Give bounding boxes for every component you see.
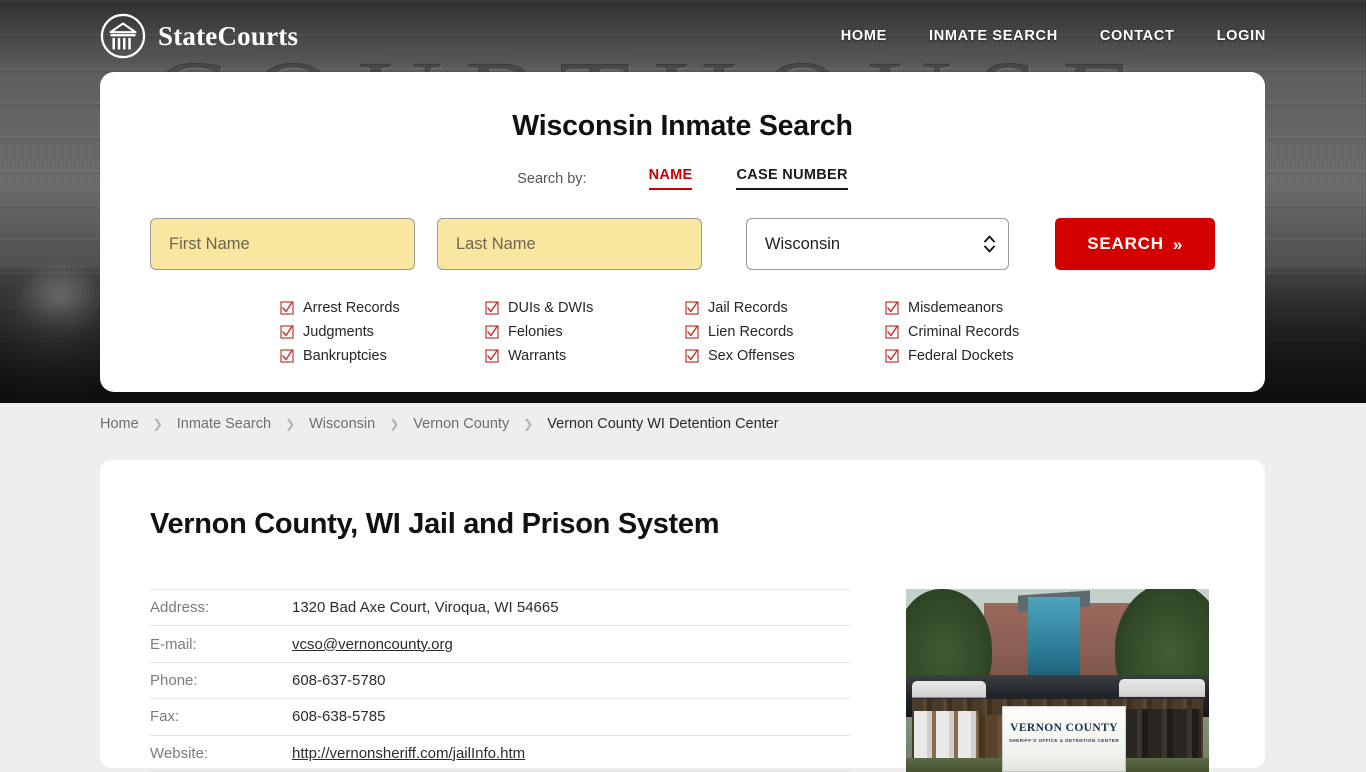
email-link[interactable]: vcso@vernoncounty.org bbox=[292, 636, 453, 653]
table-row: Address: 1320 Bad Axe Court, Viroqua, WI… bbox=[150, 588, 850, 627]
breadcrumb-item-vernon-county[interactable]: Vernon County bbox=[413, 416, 509, 432]
first-name-input[interactable] bbox=[150, 218, 415, 270]
brand-logo-link[interactable]: StateCourts bbox=[100, 13, 298, 59]
chevron-right-icon: ❯ bbox=[152, 417, 163, 431]
checked-checkbox-icon bbox=[280, 349, 294, 363]
checked-checkbox-icon bbox=[485, 301, 499, 315]
checkbox-label: Misdemeanors bbox=[908, 300, 1004, 316]
detail-label: Address: bbox=[150, 588, 292, 627]
checked-checkbox-icon bbox=[885, 301, 899, 315]
table-row: Phone: 608-637-5780 bbox=[150, 662, 850, 700]
checkbox-item[interactable]: Felonies bbox=[485, 320, 685, 344]
detail-label: E-mail: bbox=[150, 625, 292, 663]
detail-label: Website: bbox=[150, 735, 292, 772]
breadcrumb-item-current: Vernon County WI Detention Center bbox=[547, 416, 779, 432]
facility-details-card: Vernon County, WI Jail and Prison System… bbox=[100, 460, 1265, 772]
photo-sign-line2: SHERIFF'S OFFICE & DETENTION CENTER bbox=[1008, 738, 1120, 743]
facility-detail-table: Address: 1320 Bad Axe Court, Viroqua, WI… bbox=[150, 588, 850, 772]
nav-item-inmate-search[interactable]: INMATE SEARCH bbox=[929, 28, 1058, 44]
checked-checkbox-icon bbox=[280, 325, 294, 339]
detail-label: Fax: bbox=[150, 698, 292, 736]
vernon-county-sheriff-office-photo: VERNON COUNTY SHERIFF'S OFFICE & DETENTI… bbox=[906, 589, 1209, 772]
inmate-search-card: Wisconsin Inmate Search Search by: NAME … bbox=[100, 72, 1265, 392]
courthouse-circle-logo-icon bbox=[100, 13, 146, 59]
checkbox-item[interactable]: Lien Records bbox=[685, 320, 885, 344]
photo-facility-sign: VERNON COUNTY SHERIFF'S OFFICE & DETENTI… bbox=[1002, 706, 1126, 772]
state-select[interactable]: Wisconsin bbox=[745, 218, 1010, 270]
photo-sign-line1: VERNON COUNTY bbox=[1010, 722, 1118, 734]
nav-item-contact[interactable]: CONTACT bbox=[1100, 28, 1175, 44]
nav-item-home[interactable]: HOME bbox=[841, 28, 887, 44]
detail-value-fax: 608-638-5785 bbox=[292, 698, 850, 736]
detail-value-phone: 608-637-5780 bbox=[292, 662, 850, 700]
checkbox-label: Bankruptcies bbox=[303, 348, 387, 364]
checkbox-item[interactable]: Arrest Records bbox=[280, 296, 485, 320]
checkbox-label: Arrest Records bbox=[303, 300, 400, 316]
checkbox-label: Lien Records bbox=[708, 324, 794, 340]
checked-checkbox-icon bbox=[280, 301, 294, 315]
search-button-label: SEARCH bbox=[1087, 234, 1164, 253]
search-card-title: Wisconsin Inmate Search bbox=[512, 110, 853, 142]
chevron-right-icon: ❯ bbox=[389, 417, 400, 431]
checkbox-label: Felonies bbox=[508, 324, 563, 340]
photo-glass-entrance bbox=[1028, 597, 1080, 681]
brand-name: StateCourts bbox=[158, 20, 299, 51]
top-navigation-bar: StateCourts HOME INMATE SEARCH CONTACT L… bbox=[0, 0, 1366, 72]
breadcrumb-item-home[interactable]: Home bbox=[100, 416, 139, 432]
search-by-label: Search by: bbox=[517, 170, 587, 187]
checkbox-label: DUIs & DWIs bbox=[508, 300, 594, 316]
detail-value-website: http://vernonsheriff.com/jailInfo.htm bbox=[292, 735, 850, 772]
hero-banner: StateCourts HOME INMATE SEARCH CONTACT L… bbox=[0, 0, 1366, 403]
main-nav: HOME INMATE SEARCH CONTACT LOGIN bbox=[841, 28, 1266, 44]
checkbox-label: Federal Dockets bbox=[908, 348, 1014, 364]
checkbox-item[interactable]: Misdemeanors bbox=[885, 296, 1085, 320]
detail-value-address: 1320 Bad Axe Court, Viroqua, WI 54665 bbox=[292, 588, 850, 627]
checkbox-item[interactable]: Criminal Records bbox=[885, 320, 1085, 344]
breadcrumb-item-wisconsin[interactable]: Wisconsin bbox=[309, 416, 375, 432]
checkbox-item[interactable]: Jail Records bbox=[685, 296, 885, 320]
double-chevron-right-icon: » bbox=[1172, 234, 1184, 254]
checkbox-label: Warrants bbox=[508, 348, 567, 364]
checkbox-item[interactable]: Federal Dockets bbox=[885, 344, 1085, 368]
chevron-right-icon: ❯ bbox=[523, 417, 534, 431]
checkbox-item[interactable]: Warrants bbox=[485, 344, 685, 368]
state-select-wrapper: Wisconsin bbox=[745, 218, 1010, 270]
search-button[interactable]: SEARCH » bbox=[1055, 218, 1215, 270]
search-fields-row: Wisconsin SEARCH » bbox=[100, 218, 1265, 270]
search-by-tabs: Search by: NAME CASE NUMBER bbox=[100, 167, 1265, 190]
checkbox-item[interactable]: DUIs & DWIs bbox=[485, 296, 685, 320]
record-type-checkbox-grid: Arrest Records DUIs & DWIs Jail Records … bbox=[100, 296, 1265, 368]
breadcrumb: Home ❯ Inmate Search ❯ Wisconsin ❯ Verno… bbox=[0, 403, 1366, 445]
checkbox-label: Judgments bbox=[303, 324, 374, 340]
tab-name[interactable]: NAME bbox=[648, 167, 693, 190]
tab-case-number[interactable]: CASE NUMBER bbox=[736, 167, 848, 190]
checked-checkbox-icon bbox=[485, 325, 499, 339]
chevron-right-icon: ❯ bbox=[285, 417, 296, 431]
detail-value-email: vcso@vernoncounty.org bbox=[292, 625, 850, 663]
page-title: Vernon County, WI Jail and Prison System bbox=[150, 508, 720, 540]
breadcrumb-item-inmate-search[interactable]: Inmate Search bbox=[177, 416, 271, 432]
checkbox-item[interactable]: Judgments bbox=[280, 320, 485, 344]
checkbox-label: Sex Offenses bbox=[708, 348, 795, 364]
table-row: Website: http://vernonsheriff.com/jailIn… bbox=[150, 735, 850, 772]
checked-checkbox-icon bbox=[685, 349, 699, 363]
table-row: Fax: 608-638-5785 bbox=[150, 698, 850, 736]
checkbox-label: Jail Records bbox=[708, 300, 788, 316]
checkbox-item[interactable]: Sex Offenses bbox=[685, 344, 885, 368]
checked-checkbox-icon bbox=[685, 325, 699, 339]
details-and-photo: Address: 1320 Bad Axe Court, Viroqua, WI… bbox=[150, 588, 1215, 772]
checked-checkbox-icon bbox=[885, 349, 899, 363]
detail-label: Phone: bbox=[150, 662, 292, 700]
checked-checkbox-icon bbox=[685, 301, 699, 315]
website-link[interactable]: http://vernonsheriff.com/jailInfo.htm bbox=[292, 745, 525, 762]
table-row: E-mail: vcso@vernoncounty.org bbox=[150, 625, 850, 663]
checkbox-label: Criminal Records bbox=[908, 324, 1020, 340]
nav-item-login[interactable]: LOGIN bbox=[1217, 28, 1266, 44]
last-name-input[interactable] bbox=[436, 218, 702, 270]
checked-checkbox-icon bbox=[885, 325, 899, 339]
checked-checkbox-icon bbox=[485, 349, 499, 363]
checkbox-item[interactable]: Bankruptcies bbox=[280, 344, 485, 368]
